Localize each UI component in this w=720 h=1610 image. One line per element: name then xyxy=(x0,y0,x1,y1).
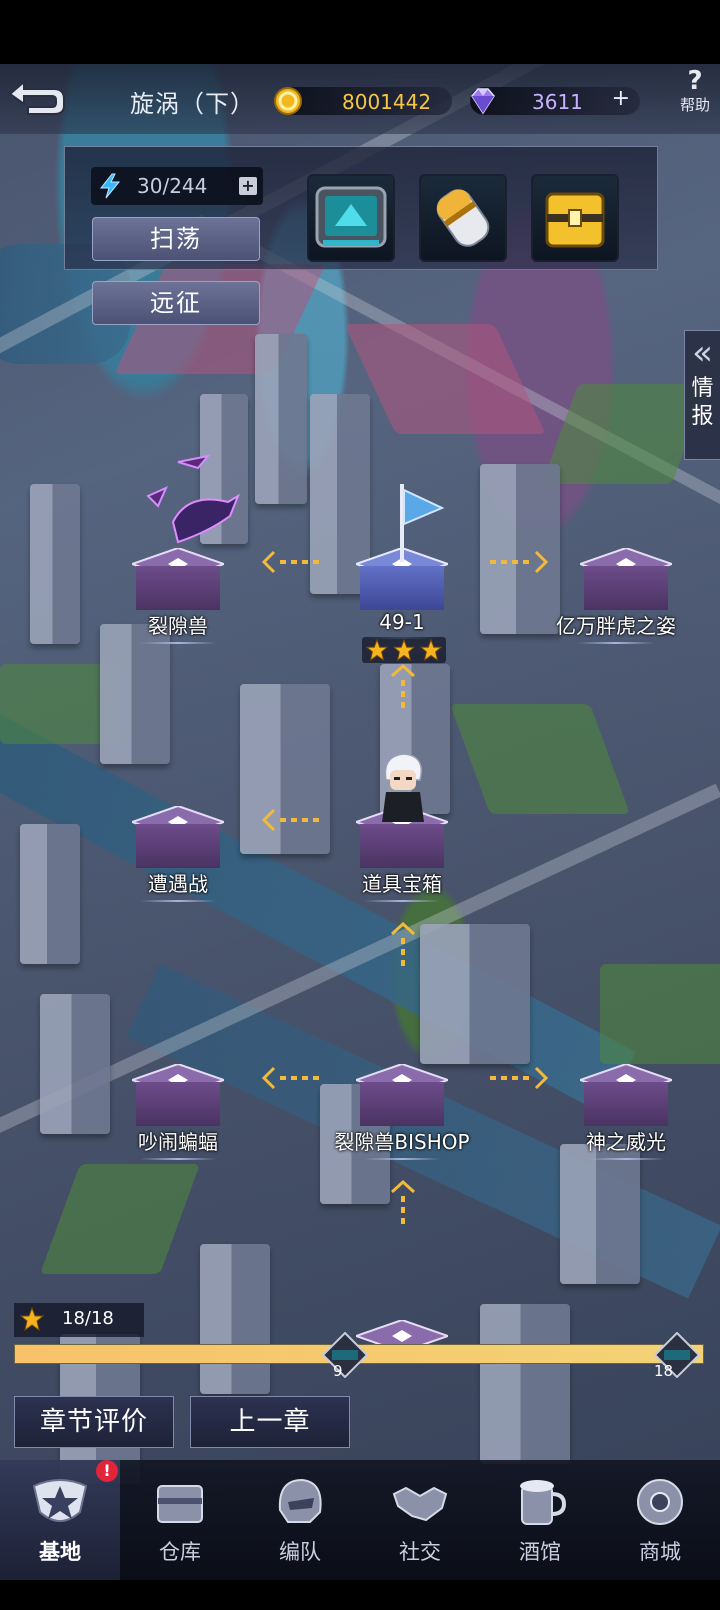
path-arrow-up-icon xyxy=(390,664,416,712)
nav-label: 编队 xyxy=(279,1540,321,1564)
add-gems-button[interactable]: + xyxy=(612,86,630,111)
map-node-label: 裂隙兽BISHOP xyxy=(302,1126,502,1160)
chapter-rating-button[interactable]: 章节评价 xyxy=(14,1396,174,1448)
nav-item-warehouse[interactable]: 仓库 xyxy=(120,1460,240,1580)
base-emblem-icon xyxy=(32,1479,88,1522)
rift-beast-monster-icon xyxy=(146,454,241,544)
star-icon xyxy=(20,1307,44,1331)
map-node-label: 49-1 xyxy=(302,610,502,639)
coin-counter: 8001442 xyxy=(274,87,452,115)
back-arrow-icon xyxy=(8,79,65,115)
reward-item-3[interactable] xyxy=(531,174,619,262)
star-icon xyxy=(393,639,415,661)
map-node-label: 亿万胖虎之姿 xyxy=(516,610,716,644)
nav-label: 商城 xyxy=(639,1540,681,1564)
milestone-stars-label: 18 xyxy=(654,1362,674,1380)
nav-label: 仓库 xyxy=(159,1540,201,1564)
expedition-button[interactable]: 远征 xyxy=(92,281,260,325)
path-arrow-right-icon xyxy=(490,550,548,574)
gold-coin-icon xyxy=(274,87,302,115)
tavern-mug-icon xyxy=(520,1480,567,1525)
nav-label: 社交 xyxy=(399,1540,441,1564)
intel-tab[interactable]: « 情报 xyxy=(684,330,720,460)
map-node-label: 遭遇战 xyxy=(78,868,278,902)
nav-item-shop[interactable]: 商城 xyxy=(600,1460,720,1580)
current-stage-flag-icon xyxy=(400,484,445,562)
path-arrow-left-icon xyxy=(262,1066,320,1090)
chapter-star-value: 18/18 xyxy=(62,1308,114,1329)
map-node-label: 道具宝箱 xyxy=(302,868,502,902)
stage-stars xyxy=(362,637,446,663)
help-label: 帮助 xyxy=(679,96,710,114)
sweep-button[interactable]: 扫荡 xyxy=(92,217,260,261)
shop-robot-icon xyxy=(637,1479,683,1525)
path-arrow-left-icon xyxy=(262,808,320,832)
lightning-icon xyxy=(99,173,121,199)
gem-value: 3611 xyxy=(532,90,583,114)
nav-label: 酒馆 xyxy=(519,1540,561,1564)
back-button[interactable] xyxy=(6,79,68,118)
energy-value: 30/244 xyxy=(137,174,208,198)
map-node-label: 神之威光 xyxy=(526,1126,720,1160)
map-node-billion-tiger[interactable] xyxy=(580,548,672,610)
map-chip-reward-icon xyxy=(315,186,387,248)
reward-item-2[interactable] xyxy=(419,174,507,262)
diamond-icon xyxy=(471,88,495,115)
star-icon xyxy=(366,639,388,661)
handshake-icon xyxy=(392,1486,448,1522)
help-button[interactable]: ? 帮助 xyxy=(670,68,720,124)
path-arrow-right-icon xyxy=(490,1066,548,1090)
path-arrow-left-icon xyxy=(262,550,320,574)
energy-counter: 30/244 + xyxy=(91,167,263,205)
chapter-star-counter: 18/18 xyxy=(14,1303,144,1337)
path-arrow-up-icon xyxy=(390,1180,416,1228)
player-avatar-icon xyxy=(382,753,424,822)
star-icon xyxy=(420,639,442,661)
map-node-label: 裂隙兽 xyxy=(78,610,278,644)
nav-item-tavern[interactable]: 酒馆 xyxy=(480,1460,600,1580)
gold-crate-reward-icon xyxy=(545,192,605,248)
map-node-divine-light[interactable] xyxy=(580,1064,672,1126)
milestone-stars-label: 9 xyxy=(333,1362,343,1380)
nav-item-formation[interactable]: 编队 xyxy=(240,1460,360,1580)
intel-label: 情报 xyxy=(691,376,714,429)
path-arrow-up-icon xyxy=(390,922,416,970)
map-node-rift-beast[interactable] xyxy=(132,548,224,610)
map-node-noisy-bat[interactable] xyxy=(132,1064,224,1126)
reward-item-1[interactable] xyxy=(307,174,395,262)
warehouse-icon xyxy=(157,1485,203,1523)
question-mark-icon: ? xyxy=(687,66,703,96)
map-node-label: 吵闹蝙蝠 xyxy=(78,1126,278,1160)
capsule-reward-icon xyxy=(436,189,490,247)
map-node-encounter[interactable] xyxy=(132,806,224,868)
stage-title: 旋涡（下） xyxy=(130,90,255,118)
gem-counter[interactable]: 3611 + xyxy=(470,86,640,115)
formation-helmet-icon xyxy=(278,1478,322,1523)
milestone-reward-icon[interactable] xyxy=(322,1332,368,1378)
nav-item-base[interactable]: ! 基地 xyxy=(0,1460,120,1580)
alert-badge: ! xyxy=(96,1460,118,1482)
previous-chapter-button[interactable]: 上一章 xyxy=(190,1396,350,1448)
top-bar: 旋涡（下） 8001442 3611 + ? 帮助 xyxy=(0,64,720,134)
bottom-navigation: ! 基地 仓库 编队 社交 酒馆 商城 xyxy=(0,1460,720,1580)
add-energy-button[interactable]: + xyxy=(239,177,257,195)
double-chevron-left-icon: « xyxy=(692,333,713,373)
nav-label: 基地 xyxy=(39,1540,81,1564)
map-node-rift-beast-bishop[interactable] xyxy=(356,1064,448,1126)
nav-item-social[interactable]: 社交 xyxy=(360,1460,480,1580)
coin-value: 8001442 xyxy=(342,90,432,114)
